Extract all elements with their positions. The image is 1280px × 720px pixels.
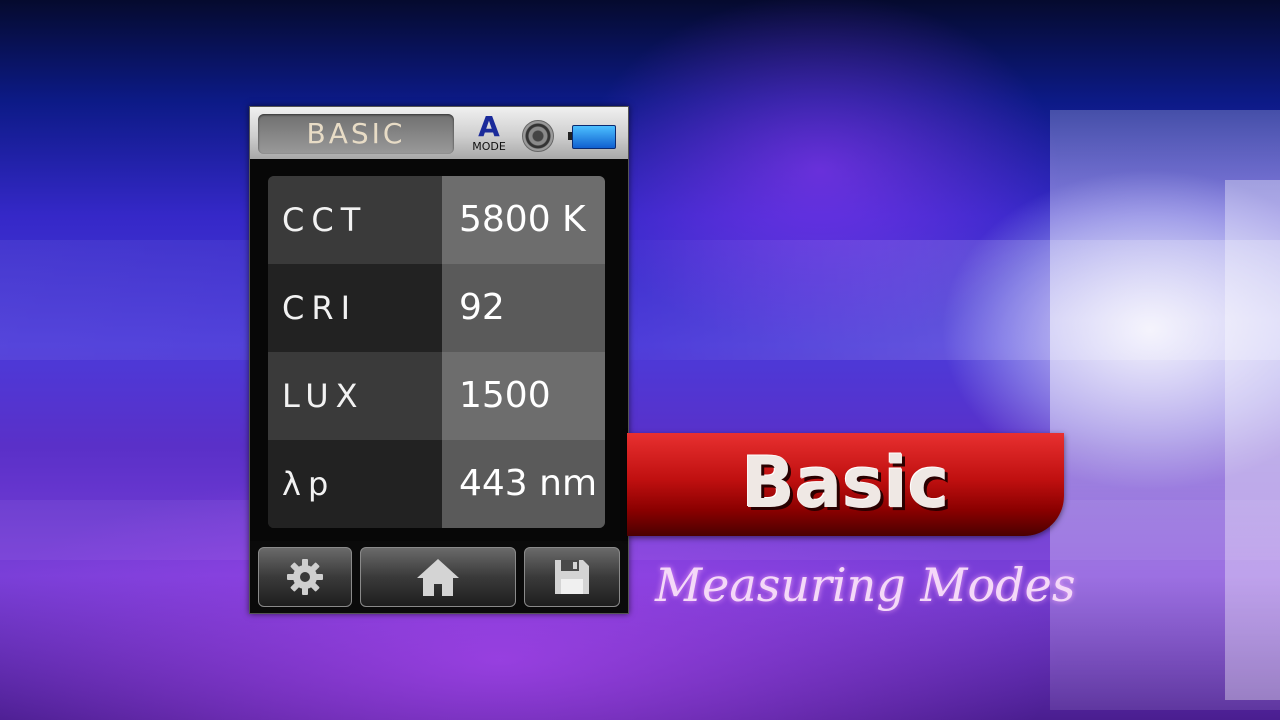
save-icon (555, 560, 589, 594)
bottom-toolbar (250, 541, 628, 613)
reading-row-cct: CCT 5800 K (268, 176, 605, 264)
background-light-panel (1225, 180, 1280, 700)
banner-title: Basic (741, 442, 950, 524)
reading-label: LUX (268, 352, 442, 440)
reading-row-lux: LUX 1500 (268, 352, 605, 440)
reading-row-peak-wavelength: λp 443 nm (268, 440, 605, 528)
home-icon (417, 559, 459, 596)
reading-label: CCT (268, 176, 442, 264)
shutter-icon (522, 120, 554, 152)
mode-banner: Basic (627, 433, 1064, 536)
mode-title[interactable]: BASIC (258, 114, 454, 154)
reading-value: 5800 K (442, 176, 605, 264)
settings-button[interactable] (258, 547, 352, 607)
reading-value: 443 nm (442, 440, 605, 528)
status-bar: BASIC A MODE (250, 107, 628, 159)
save-button[interactable] (524, 547, 620, 607)
background-light-panel (1050, 110, 1280, 710)
auto-mode-indicator[interactable]: A MODE (466, 113, 512, 157)
reading-value: 1500 (442, 352, 605, 440)
reading-row-cri: CRI 92 (268, 264, 605, 352)
reading-label: λp (268, 440, 442, 528)
gear-icon (287, 559, 323, 595)
background-light-beam (0, 240, 1280, 360)
meter-screen: BASIC A MODE CCT 5800 K CRI 92 LUX 1500 … (249, 106, 629, 614)
reading-label: CRI (268, 264, 442, 352)
battery-icon (568, 125, 616, 149)
auto-mode-letter: A (478, 110, 500, 143)
banner-subtitle: Measuring Modes (655, 558, 1076, 612)
home-button[interactable] (360, 547, 516, 607)
readings-table: CCT 5800 K CRI 92 LUX 1500 λp 443 nm (268, 176, 605, 528)
auto-mode-label: MODE (472, 140, 506, 153)
reading-value: 92 (442, 264, 605, 352)
